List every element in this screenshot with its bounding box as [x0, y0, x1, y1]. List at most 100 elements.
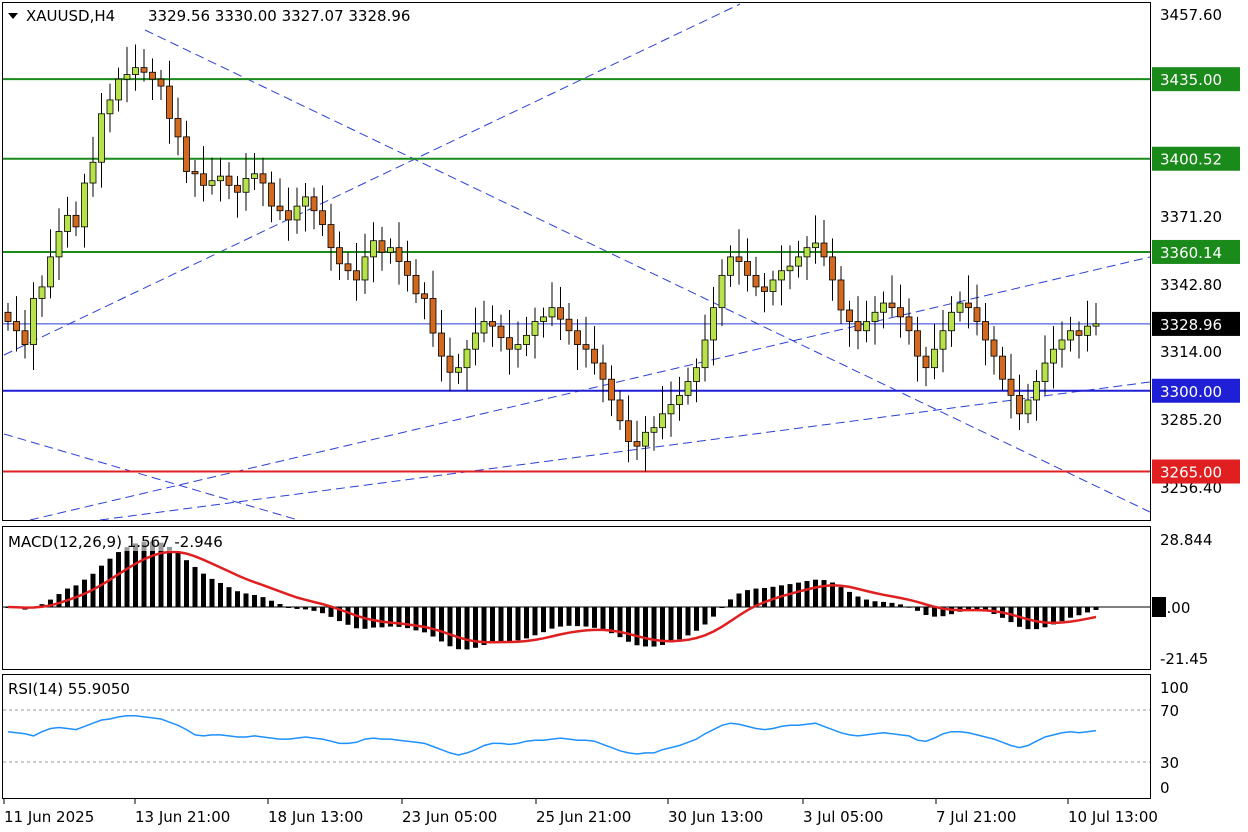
macd-bar: [736, 593, 742, 607]
macd-bar: [124, 547, 130, 607]
candle-body: [914, 330, 921, 357]
candle-body: [591, 348, 598, 364]
candle-body: [820, 242, 828, 258]
rsi-tick: 0: [1160, 779, 1170, 797]
candle-body: [803, 247, 811, 258]
candle-body: [217, 175, 224, 182]
candle-body: [880, 302, 887, 313]
candle-body: [701, 339, 709, 369]
macd-bar: [481, 607, 487, 646]
macd-bar: [821, 580, 827, 607]
candle-body: [115, 78, 122, 101]
candle-body: [455, 367, 462, 373]
time-tick: 18 Jun 13:00: [268, 808, 363, 826]
macd-bar: [864, 599, 869, 607]
macd-bar: [915, 607, 920, 611]
macd-bar: [524, 607, 529, 639]
candle-body: [1007, 378, 1015, 396]
candle-body: [1033, 381, 1040, 401]
candle-body: [625, 420, 632, 442]
candle-body: [412, 274, 420, 295]
candle-body: [47, 256, 54, 288]
level-label: 3400.52: [1160, 151, 1222, 169]
macd-bar: [898, 604, 903, 607]
macd-bar: [575, 607, 580, 627]
macd-bar: [855, 596, 861, 607]
candle-body: [140, 67, 148, 73]
candle-body: [761, 286, 768, 292]
candle-body: [183, 136, 190, 172]
macd-bar: [269, 600, 274, 607]
macd-bar: [294, 607, 300, 609]
candle-body: [463, 348, 471, 369]
candle-body: [242, 178, 250, 193]
rsi-title: RSI(14) 55.9050: [8, 680, 130, 698]
candle-body: [676, 394, 683, 405]
candle-body: [276, 205, 284, 212]
candle-body: [149, 71, 156, 80]
candle-body: [846, 309, 853, 322]
macd-bar: [558, 607, 563, 627]
rsi-tick: 100: [1160, 679, 1189, 697]
candle-body: [234, 184, 241, 193]
macd-bar: [277, 603, 283, 607]
macd-bar: [235, 591, 240, 607]
macd-bar: [1085, 607, 1090, 613]
candle-body: [361, 256, 369, 281]
macd-bar: [668, 607, 674, 643]
macd-bar: [286, 607, 291, 608]
macd-bar: [439, 607, 444, 642]
candle-body: [21, 330, 29, 345]
macd-bar: [371, 607, 376, 628]
candle-body: [795, 256, 802, 267]
candle-body: [174, 118, 182, 138]
macd-bar: [260, 597, 266, 607]
candle-body: [89, 161, 97, 184]
price-tick: 3457.60: [1160, 6, 1222, 24]
macd-bar: [694, 607, 699, 631]
candle-body: [344, 263, 352, 272]
candle-body: [939, 330, 947, 350]
candle-body: [13, 321, 20, 332]
candle-body: [81, 182, 88, 228]
candle-body: [769, 279, 777, 292]
level-label: 3300.00: [1160, 383, 1222, 401]
candle-body: [4, 311, 12, 322]
macd-bar: [1068, 607, 1073, 618]
macd-bar: [56, 594, 62, 607]
macd-bar: [515, 607, 521, 641]
macd-bar: [150, 541, 155, 607]
macd-bar: [116, 552, 121, 607]
macd-bar: [872, 601, 878, 607]
candle-body: [1084, 325, 1091, 336]
candle-body: [98, 113, 105, 163]
trading-chart[interactable]: XAUUSD,H4 3329.56 3330.00 3327.07 3328.9…: [0, 0, 1248, 832]
macd-bar: [583, 607, 589, 627]
candle-body: [718, 274, 726, 309]
candle-body: [370, 240, 377, 258]
candle-body: [956, 302, 964, 313]
macd-tick: -21.45: [1160, 650, 1208, 668]
candle-body: [999, 355, 1006, 380]
macd-bar: [1059, 607, 1065, 622]
macd-bar: [507, 607, 512, 642]
candle-body: [285, 210, 292, 221]
macd-bar: [464, 607, 470, 650]
candle-body: [251, 173, 258, 179]
candle-body: [557, 307, 564, 320]
macd-bar: [167, 546, 172, 607]
price-panel[interactable]: [2, 2, 1151, 521]
candle-body: [744, 261, 751, 276]
candle-body: [540, 316, 547, 322]
candle-body: [421, 293, 428, 299]
candle-body: [548, 307, 556, 318]
macd-bar: [379, 607, 385, 628]
candle-body: [429, 298, 437, 334]
candle-body: [293, 205, 301, 221]
macd-bar: [1093, 607, 1099, 610]
candle-body: [565, 318, 573, 332]
rsi-panel[interactable]: [2, 674, 1151, 799]
candle-body: [200, 173, 207, 186]
macd-bar: [770, 586, 776, 607]
candle-body: [514, 344, 522, 350]
